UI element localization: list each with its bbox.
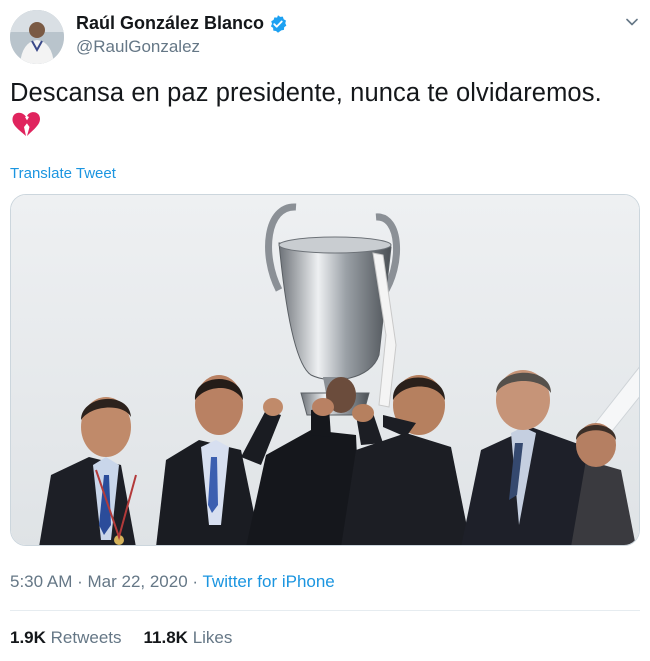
verified-badge-icon [270, 14, 287, 33]
tweet-timestamp: 5:30 AM · Mar 22, 2020 · Twitter for iPh… [10, 572, 335, 591]
tweet-stats: 1.9K Retweets 11.8K Likes [10, 628, 232, 648]
tweet-date[interactable]: Mar 22, 2020 [87, 572, 187, 591]
tweet-time[interactable]: 5:30 AM [10, 572, 72, 591]
likes-stat[interactable]: 11.8K Likes [144, 628, 233, 648]
likes-label: Likes [192, 628, 233, 647]
tweet-photo[interactable] [10, 194, 640, 546]
likes-count: 11.8K [143, 628, 188, 647]
chevron-down-icon[interactable] [624, 14, 640, 30]
retweets-stat[interactable]: 1.9K Retweets [10, 628, 122, 648]
broken-heart-icon [12, 112, 40, 136]
translate-tweet-link[interactable]: Translate Tweet [10, 165, 116, 182]
tweet-source[interactable]: Twitter for iPhone [202, 572, 334, 591]
user-handle[interactable]: @RaulGonzalez [76, 37, 200, 57]
avatar[interactable] [10, 10, 64, 64]
avatar-image [10, 10, 64, 64]
photo-image [11, 195, 639, 545]
author-name-row: Raúl González Blanco [76, 13, 288, 34]
retweets-label: Retweets [50, 628, 122, 647]
tweet-text: Descansa en paz presidente, nunca te olv… [10, 79, 602, 107]
retweets-count: 1.9K [10, 628, 46, 647]
display-name[interactable]: Raúl González Blanco [76, 13, 264, 34]
divider [10, 610, 640, 611]
